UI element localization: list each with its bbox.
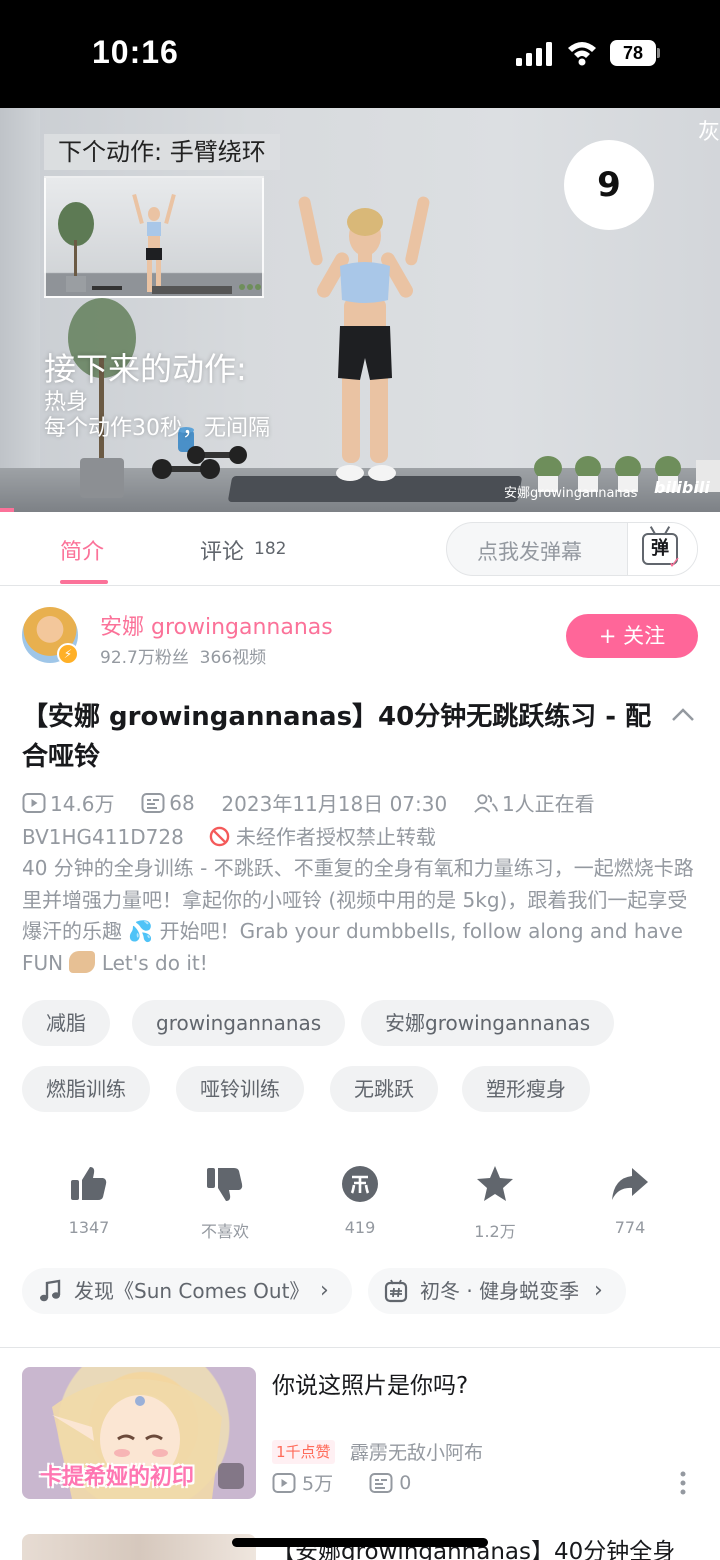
tag-item[interactable]: 哑铃训练 (176, 1066, 304, 1112)
topic-chip-label: 初冬 · 健身蜕变季 (420, 1279, 580, 1303)
thumbs-down-icon (207, 1168, 243, 1201)
trainer-figure (298, 196, 430, 481)
battery-icon: 78 (610, 40, 660, 66)
video-title: 【安娜 growingannanas】40分钟无跳跃练习 - 配合哑铃 (22, 702, 652, 772)
uploader-name[interactable]: 安娜 growingannanas (100, 609, 333, 641)
video-meta: 14.6万 68 2023年11月18日 07:30 1人正在看 (22, 788, 595, 816)
tab-comments[interactable]: 评论 (200, 534, 244, 566)
topic-chip[interactable]: 初冬 · 健身蜕变季 › (368, 1268, 626, 1314)
sweat-emoji: 💦 (128, 919, 154, 943)
coin-icon (342, 1166, 378, 1202)
danmaku-input[interactable]: 点我发弹幕 弹 ✓ (446, 522, 698, 576)
dislike-label: 不喜欢 (200, 1222, 249, 1241)
upnext-rule: 每个动作30秒，无间隔 (44, 416, 270, 441)
video-player[interactable]: 下个动作: 手臂绕环 9 灰 接下来的动作: 热身 每个动作30秒，无间隔 安娜… (0, 108, 720, 512)
chevron-right-icon: › (320, 1278, 329, 1303)
section-divider (0, 1347, 720, 1348)
bilibili-logo: bilibili (654, 478, 710, 497)
thumbnail-caption: 卡提希娅的初印 (40, 1465, 195, 1490)
next-move-banner: 下个动作: 手臂绕环 (44, 134, 280, 170)
publish-date: 2023年11月18日 07:30 (221, 792, 448, 816)
related-video-title[interactable]: 你说这照片是你吗? (272, 1366, 468, 1400)
like-count: 1347 (68, 1218, 110, 1237)
related-video-thumbnail[interactable]: 卡提希娅的初印 (22, 1367, 256, 1499)
battery-level: 78 (610, 40, 656, 66)
share-button[interactable]: 774 (585, 1164, 675, 1237)
next-move-preview (44, 176, 264, 298)
danmaku-placeholder: 点我发弹幕 (477, 540, 582, 564)
video-watermark: 安娜growingannanas (504, 486, 638, 501)
share-count: 774 (614, 1218, 646, 1237)
comments-count: 182 (254, 539, 287, 559)
dislike-button[interactable]: 不喜欢 (180, 1164, 270, 1242)
status-bar: 10:16 78 (0, 0, 720, 108)
status-time: 10:16 (92, 34, 179, 70)
bv-row: BV1HG411D728 未经作者授权禁止转载 (22, 821, 436, 850)
star-icon (477, 1166, 513, 1201)
wifi-icon (568, 42, 596, 66)
thumbs-up-icon (71, 1167, 107, 1200)
view-count: 14.6万 (50, 792, 115, 816)
tag-item[interactable]: 无跳跃 (330, 1066, 438, 1112)
countdown-timer: 9 (564, 140, 654, 230)
topic-hashtag-icon (384, 1279, 408, 1303)
more-options-icon[interactable] (676, 1470, 690, 1496)
favorite-button[interactable]: 1.2万 (450, 1164, 540, 1242)
related-video-author[interactable]: 霹雳无敌小阿布 (350, 1438, 483, 1465)
tag-item[interactable]: 塑形瘦身 (462, 1066, 590, 1112)
coin-button[interactable]: 419 (315, 1164, 405, 1237)
verified-badge-icon: ⚡ (57, 643, 79, 665)
tag-item[interactable]: 减脂 (22, 1000, 110, 1046)
share-arrow-icon (612, 1168, 648, 1200)
check-icon: ✓ (668, 553, 682, 572)
content-tabs: 简介 评论 182 点我发弹幕 弹 ✓ (0, 512, 720, 586)
danmaku-count: 68 (169, 790, 195, 815)
viewers-icon (474, 793, 498, 813)
chevron-up-icon[interactable] (670, 702, 696, 728)
music-chip-label: 发现《Sun Comes Out》 (74, 1279, 310, 1303)
video-description: 40 分钟的全身训练 - 不跳跃、不重复的全身有氧和力量练习，一起燃烧卡路里并增… (22, 856, 694, 975)
cellular-signal-icon (516, 42, 552, 66)
coin-count: 419 (344, 1218, 376, 1237)
play-count-icon (22, 792, 46, 813)
like-button[interactable]: 1347 (44, 1164, 134, 1237)
favorite-count: 1.2万 (474, 1222, 516, 1241)
home-indicator (232, 1538, 488, 1547)
active-tab-indicator (60, 580, 108, 584)
copyright-notice: 未经作者授权禁止转载 (235, 825, 436, 849)
related-views: 5万 (302, 1473, 334, 1495)
play-count-icon (272, 1472, 296, 1493)
bvid: BV1HG411D728 (22, 825, 184, 849)
danmaku-count-icon (141, 792, 165, 813)
corner-text: 灰 (698, 120, 720, 145)
tag-item[interactable]: 安娜growingannanas (361, 1000, 615, 1046)
uploader-stats: 92.7万粉丝 366视频 (100, 648, 267, 668)
tab-intro[interactable]: 简介 (60, 534, 104, 566)
tag-item[interactable]: growingannanas (132, 1000, 346, 1046)
tag-item[interactable]: 燃脂训练 (22, 1066, 150, 1112)
music-note-icon (40, 1279, 61, 1302)
flexed-biceps-icon (69, 950, 96, 973)
watching-now: 1人正在看 (501, 792, 595, 816)
related-video-thumbnail[interactable] (22, 1534, 256, 1560)
danmaku-count-icon (369, 1472, 393, 1493)
chevron-right-icon: › (594, 1278, 603, 1303)
related-danmaku: 0 (399, 1471, 412, 1494)
follow-button[interactable]: + 关注 (566, 614, 698, 658)
music-chip[interactable]: 发现《Sun Comes Out》 › (22, 1268, 352, 1314)
danmaku-toggle-button[interactable]: 弹 ✓ (627, 523, 697, 575)
likes-badge: 1千点赞 (272, 1440, 335, 1464)
related-video-stats: 5万 0 (272, 1469, 411, 1496)
no-reprint-icon (209, 826, 229, 847)
